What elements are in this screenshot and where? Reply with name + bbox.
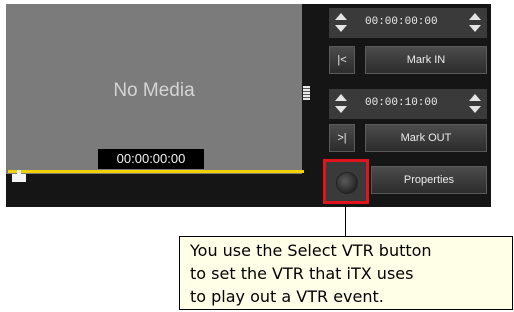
select-vtr-button[interactable] [323, 159, 369, 204]
callout-line: to play out a VTR event. [190, 287, 384, 306]
viewer-timecode: 00:00:00:00 [98, 149, 204, 169]
out-timecode-right-spinner[interactable] [469, 94, 481, 114]
in-timecode-right-spinner[interactable] [469, 13, 481, 33]
out-timecode-value: 00:00:10:00 [365, 97, 438, 109]
goto-out-button[interactable]: >| [329, 124, 355, 152]
spin-down-icon[interactable] [469, 25, 481, 32]
spin-down-icon[interactable] [335, 106, 347, 113]
record-dot-icon [336, 172, 358, 194]
spin-up-icon[interactable] [469, 94, 481, 101]
scrub-handle[interactable] [12, 170, 26, 182]
in-timecode-left-spinner[interactable] [335, 13, 347, 33]
out-timecode-field[interactable]: 00:00:10:00 [329, 89, 487, 119]
callout-line: You use the Select VTR button [190, 241, 432, 260]
spin-up-icon[interactable] [335, 94, 347, 101]
spin-up-icon[interactable] [469, 13, 481, 20]
out-timecode-left-spinner[interactable] [335, 94, 347, 114]
goto-in-button[interactable]: |< [329, 46, 355, 74]
in-timecode-value: 00:00:00:00 [365, 16, 438, 28]
scrub-bar[interactable] [8, 170, 304, 173]
no-media-label: No Media [113, 80, 195, 101]
panel-resize-grip[interactable] [303, 86, 310, 100]
mark-in-button[interactable]: Mark IN [365, 46, 487, 74]
in-timecode-field[interactable]: 00:00:00:00 [329, 8, 487, 38]
callout-line: to set the VTR that iTX uses [190, 264, 414, 283]
callout-connector [345, 204, 346, 236]
media-viewer: No Media 00:00:00:00 [6, 4, 302, 174]
mark-out-button[interactable]: Mark OUT [365, 124, 487, 152]
spin-down-icon[interactable] [335, 25, 347, 32]
properties-button[interactable]: Properties [371, 166, 487, 194]
callout-tooltip: You use the Select VTR button to set the… [179, 236, 513, 310]
spin-down-icon[interactable] [469, 106, 481, 113]
spin-up-icon[interactable] [335, 13, 347, 20]
